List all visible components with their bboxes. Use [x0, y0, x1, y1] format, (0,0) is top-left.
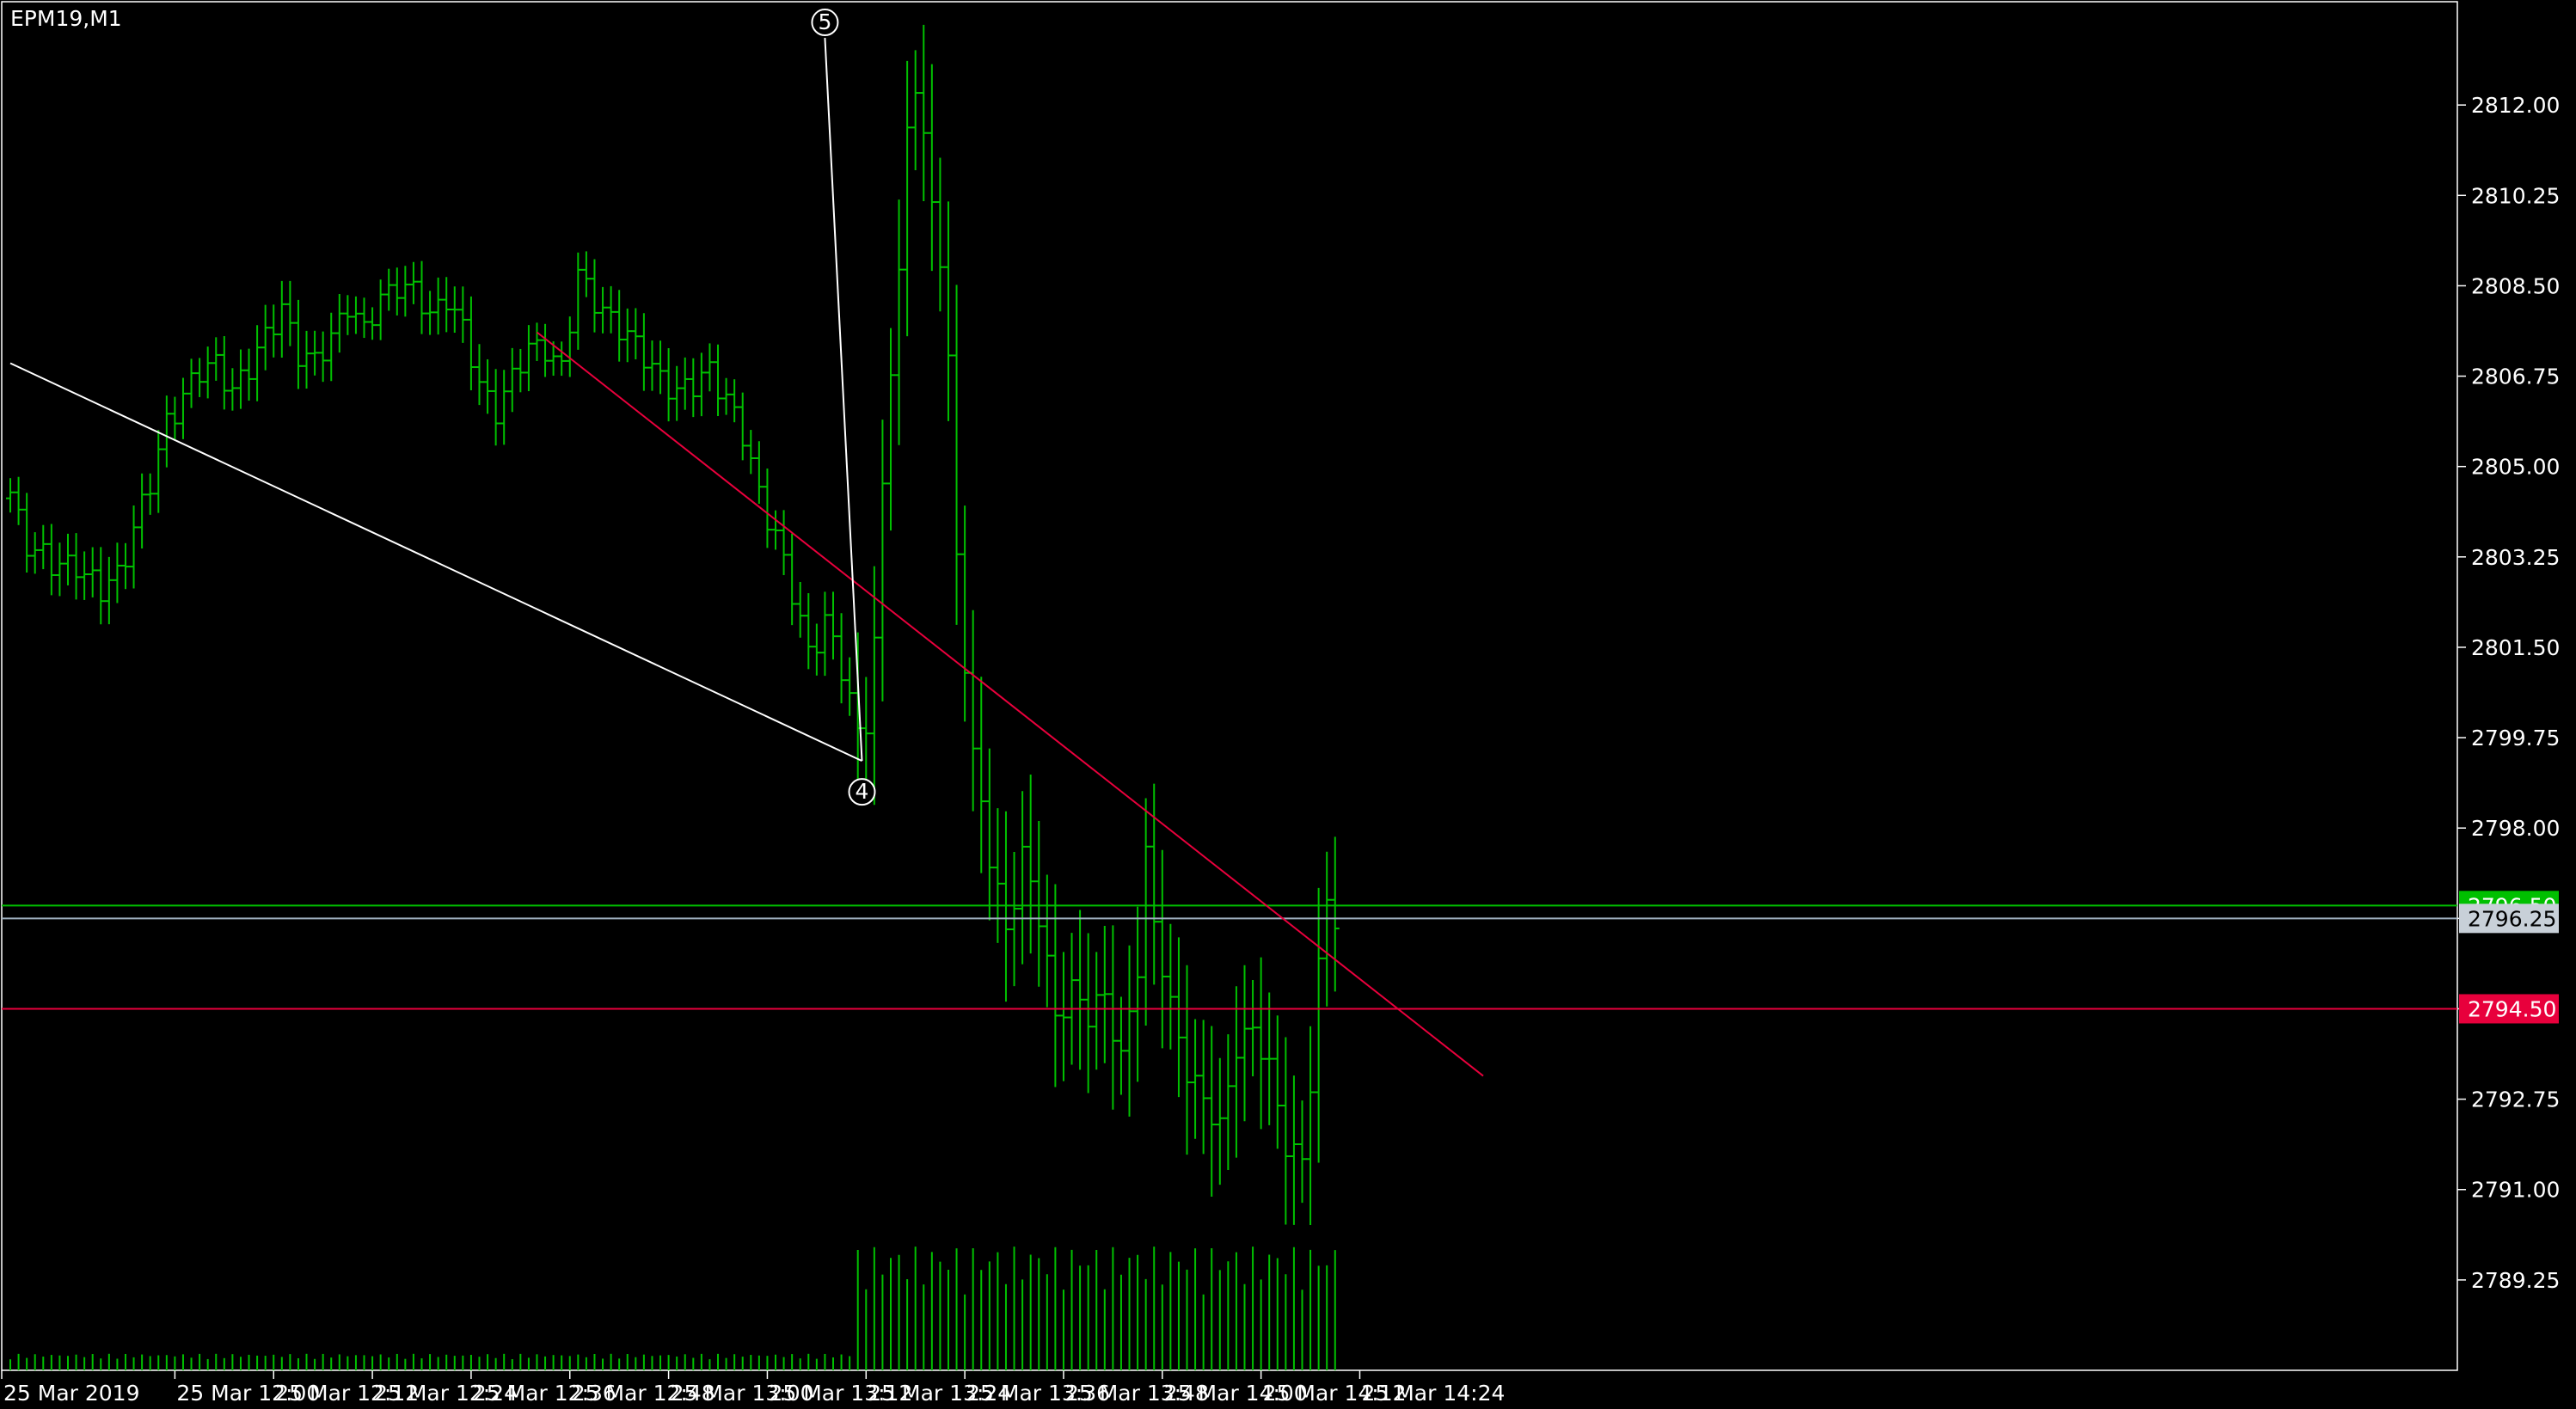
price-tick-label: 2792.75: [2471, 1087, 2560, 1112]
price-tick-label: 2789.25: [2471, 1268, 2560, 1293]
price-tick-label: 2798.00: [2471, 816, 2560, 841]
price-chart[interactable]: 5 4 2812.00 2810.25 2808.50 2806.75 2805.00 28…: [0, 0, 2576, 1409]
price-tick-label: 2808.50: [2471, 273, 2560, 298]
price-tick-label: 2810.25: [2471, 183, 2560, 208]
wave-label[interactable]: 4: [848, 778, 876, 806]
price-tick-label: 2812.00: [2471, 93, 2560, 118]
bid-price-badge: 2796.25: [2459, 904, 2559, 934]
chart-background: [0, 0, 2576, 1409]
time-tick-label: 25 Mar 2019: [3, 1381, 140, 1406]
price-tick-label: 2791.00: [2471, 1178, 2560, 1203]
price-tick-label: 2806.75: [2471, 365, 2560, 389]
price-tick-label: 2801.50: [2471, 635, 2560, 660]
horizontal-level-price-label: 2794.50: [2468, 996, 2556, 1021]
price-tick-label: 2799.75: [2471, 726, 2560, 750]
price-tick-label: 2805.00: [2471, 455, 2560, 480]
wave-label[interactable]: 5: [811, 9, 839, 37]
wave-label-text: 5: [818, 9, 831, 34]
horizontal-level-price-badge: 2794.50: [2459, 994, 2559, 1024]
bid-price-label: 2796.25: [2468, 906, 2556, 931]
time-tick-label: 25 Mar 14:24: [1361, 1381, 1505, 1406]
chart-title: EPM19,M1: [10, 6, 122, 31]
wave-label-text: 4: [856, 779, 869, 804]
price-tick-label: 2803.25: [2471, 545, 2560, 570]
